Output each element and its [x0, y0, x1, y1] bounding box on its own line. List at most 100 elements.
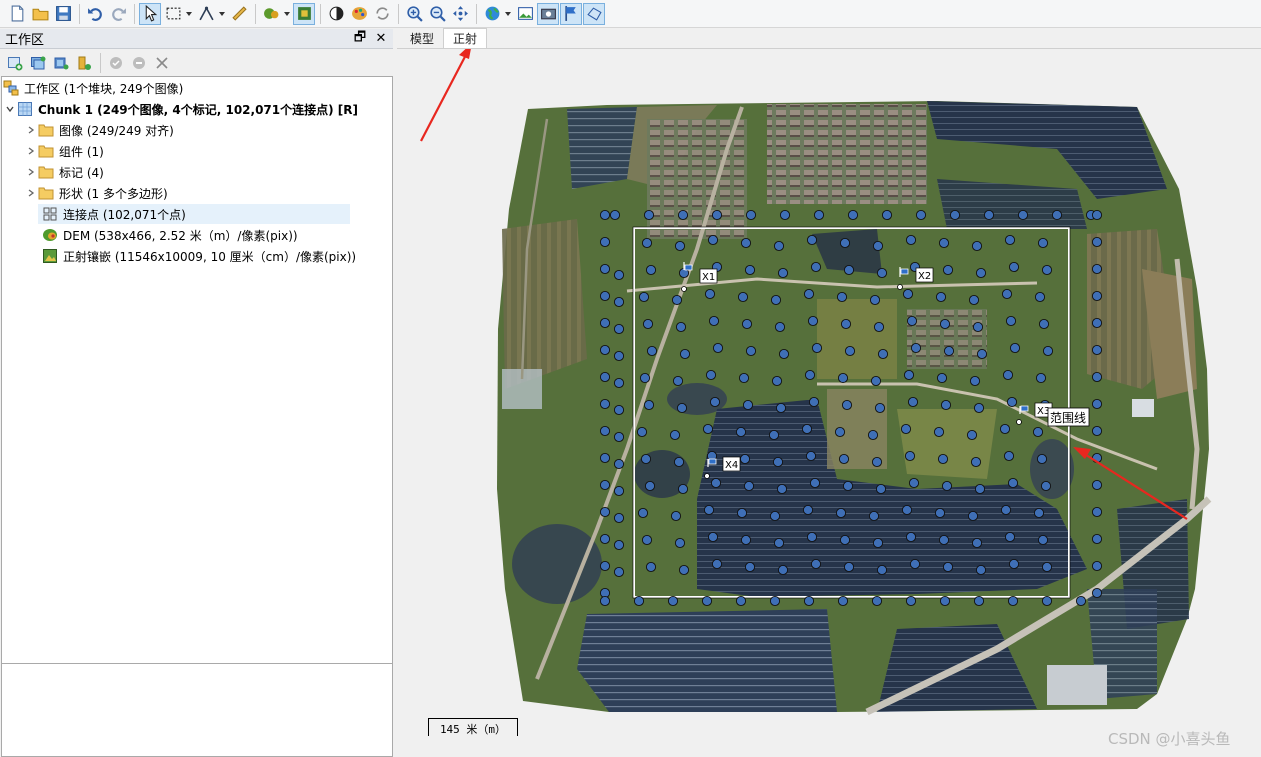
tie-point: [638, 291, 650, 303]
add-folder-icon[interactable]: [50, 52, 72, 74]
tie-point: [905, 531, 917, 543]
tie-point: [843, 561, 855, 573]
tie-point: [670, 510, 682, 522]
tie-point: [641, 534, 653, 546]
tie-point: [802, 504, 814, 516]
globe-icon[interactable]: [481, 3, 503, 25]
image-icon[interactable]: [514, 3, 536, 25]
marker-icon[interactable]: [260, 3, 282, 25]
tie-point: [743, 480, 755, 492]
tree-item-label: 正射镶嵌 (11546x10009, 10 厘米（cm）/像素(pix)): [63, 249, 357, 264]
tie-point: [808, 396, 820, 408]
tie-point: [745, 345, 757, 357]
add-photos-icon[interactable]: [27, 52, 49, 74]
sample-icon[interactable]: [293, 2, 315, 25]
camera-icon[interactable]: [537, 2, 559, 25]
expand-icon[interactable]: [24, 146, 38, 156]
rotate-icon[interactable]: [371, 3, 393, 25]
restore-icon[interactable]: 🗗: [351, 30, 369, 48]
tie-point: [966, 429, 978, 441]
range-line-text: 范围线: [1050, 411, 1086, 425]
move-icon[interactable]: [449, 3, 471, 25]
tie-point: [702, 423, 714, 435]
tie-point: [613, 323, 625, 335]
chunk-icon: [17, 101, 33, 117]
tree-item-dem[interactable]: DEM (538x466, 2.52 米（m）/像素(pix)): [38, 225, 298, 245]
add-markers-icon[interactable]: [73, 52, 95, 74]
tie-point: [1091, 236, 1103, 248]
ruler-icon[interactable]: [228, 3, 250, 25]
tie-point: [1005, 315, 1017, 327]
tree-item-shapes[interactable]: 形状 (1 多个多边形): [24, 183, 168, 203]
shape-icon[interactable]: [583, 2, 605, 25]
redo-icon[interactable]: [107, 3, 129, 25]
new-icon[interactable]: [6, 3, 28, 25]
tie-point: [975, 564, 987, 576]
tie-point: [939, 318, 951, 330]
tree-chunk[interactable]: Chunk 1 (249个图像, 4个标记, 102,071个连接点) [R]: [3, 99, 358, 119]
toolbar-separator: [398, 3, 399, 24]
flag-icon[interactable]: [560, 2, 582, 25]
tie-point: [744, 561, 756, 573]
tie-point: [599, 371, 611, 383]
tie-point: [1008, 261, 1020, 273]
collapse-icon[interactable]: [3, 104, 17, 114]
save-icon[interactable]: [52, 3, 74, 25]
tie-point: [806, 531, 818, 543]
ortho-view: X1 X2 X3 X4 范围线 模型 正射 145 米（m） CSDN @小喜头…: [397, 28, 1261, 757]
tie-point: [976, 348, 988, 360]
tree-chunk-label: Chunk 1 (249个图像, 4个标记, 102,071个连接点) [R]: [38, 102, 359, 117]
contrast-icon[interactable]: [325, 3, 347, 25]
tie-point: [834, 426, 846, 438]
folder-icon: [38, 164, 54, 180]
tree-item-orthomosaic[interactable]: 正射镶嵌 (11546x10009, 10 厘米（cm）/像素(pix)): [38, 246, 356, 266]
workspace-header: 工作区 🗗 ✕: [0, 29, 393, 49]
tie-point: [837, 595, 849, 607]
tab-model[interactable]: 模型: [401, 29, 443, 48]
tree-item-label: 图像 (249/249 对齐): [59, 123, 174, 138]
tie-point: [773, 537, 785, 549]
tree-item-tiepoints[interactable]: 连接点 (102,071个点): [38, 204, 350, 224]
palette-icon[interactable]: [348, 3, 370, 25]
tab-ortho[interactable]: 正射: [443, 28, 488, 48]
undo-icon[interactable]: [84, 3, 106, 25]
tie-point: [902, 288, 914, 300]
expand-icon[interactable]: [24, 188, 38, 198]
tree-item-images[interactable]: 图像 (249/249 对齐): [24, 120, 174, 140]
chevron-down-icon[interactable]: [185, 3, 193, 25]
tree-item-markers[interactable]: 标记 (4): [24, 162, 104, 182]
tree-root[interactable]: 工作区 (1个堆块, 249个图像): [3, 78, 183, 98]
expand-icon[interactable]: [24, 125, 38, 135]
tie-point: [1002, 369, 1014, 381]
ruler-tool-icon[interactable]: [195, 3, 217, 25]
select-icon[interactable]: [139, 2, 161, 25]
ortho-canvas[interactable]: X1 X2 X3 X4 范围线: [397, 29, 1261, 757]
tie-point: [609, 209, 621, 221]
tie-point: [901, 504, 913, 516]
open-icon[interactable]: [29, 3, 51, 25]
tie-point: [807, 315, 819, 327]
chevron-down-icon[interactable]: [283, 3, 291, 25]
tie-point: [769, 595, 781, 607]
tree-item-components[interactable]: 组件 (1): [24, 141, 104, 161]
ortho-icon: [42, 248, 58, 264]
close-icon[interactable]: ✕: [372, 30, 390, 48]
tie-point: [869, 294, 881, 306]
tie-point: [974, 483, 986, 495]
tie-point: [1004, 531, 1016, 543]
tie-point: [703, 504, 715, 516]
chevron-down-icon[interactable]: [504, 3, 512, 25]
rect-select-icon[interactable]: [162, 3, 184, 25]
tie-point: [905, 595, 917, 607]
chevron-down-icon[interactable]: [218, 3, 226, 25]
tie-point: [872, 240, 884, 252]
tie-point: [599, 290, 611, 302]
tie-point: [870, 375, 882, 387]
expand-icon[interactable]: [24, 167, 38, 177]
add-chunk-icon[interactable]: [4, 52, 26, 74]
workspace-title: 工作区: [5, 33, 45, 48]
zoom-out-icon[interactable]: [426, 3, 448, 25]
tie-point: [983, 209, 995, 221]
zoom-in-icon[interactable]: [403, 3, 425, 25]
tie-point: [1041, 595, 1053, 607]
